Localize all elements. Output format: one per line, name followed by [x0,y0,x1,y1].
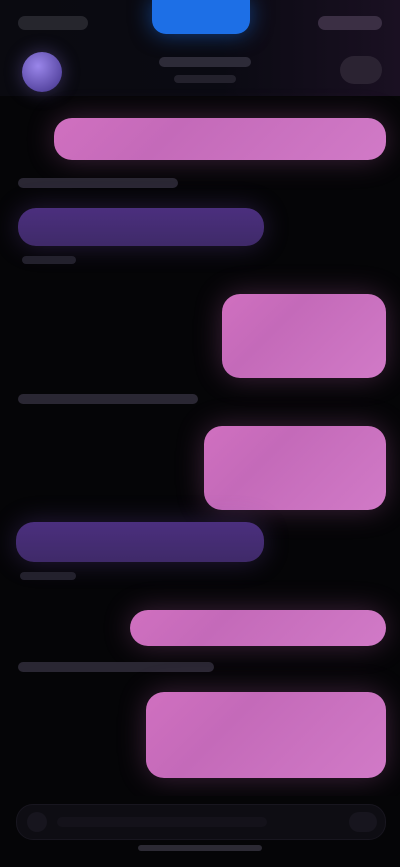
contact-name [159,57,251,67]
message-list[interactable] [0,96,400,796]
status-time [18,16,88,30]
contact-subtitle [174,75,236,83]
send-icon[interactable] [349,812,377,832]
message-bubble[interactable] [204,426,386,510]
message-input[interactable] [57,817,267,827]
composer-bar [0,796,400,867]
chat-header [0,0,400,96]
message-bubble[interactable] [54,118,386,160]
contact-avatar[interactable] [22,52,62,92]
message-bubble[interactable] [130,610,386,646]
message-timestamp [18,394,198,404]
contact-title[interactable] [150,52,260,88]
status-icons [318,16,382,30]
message-bubble[interactable] [222,294,386,378]
message-composer[interactable] [16,804,386,840]
dynamic-island [152,0,250,34]
message-meta [22,256,76,264]
message-timestamp [18,178,178,188]
message-meta [20,572,76,580]
message-timestamp [18,662,214,672]
plus-icon[interactable] [27,812,47,832]
message-bubble[interactable] [146,692,386,778]
message-bubble[interactable] [18,208,264,246]
message-bubble[interactable] [16,522,264,562]
home-indicator [138,845,262,851]
header-action-button[interactable] [340,56,382,84]
